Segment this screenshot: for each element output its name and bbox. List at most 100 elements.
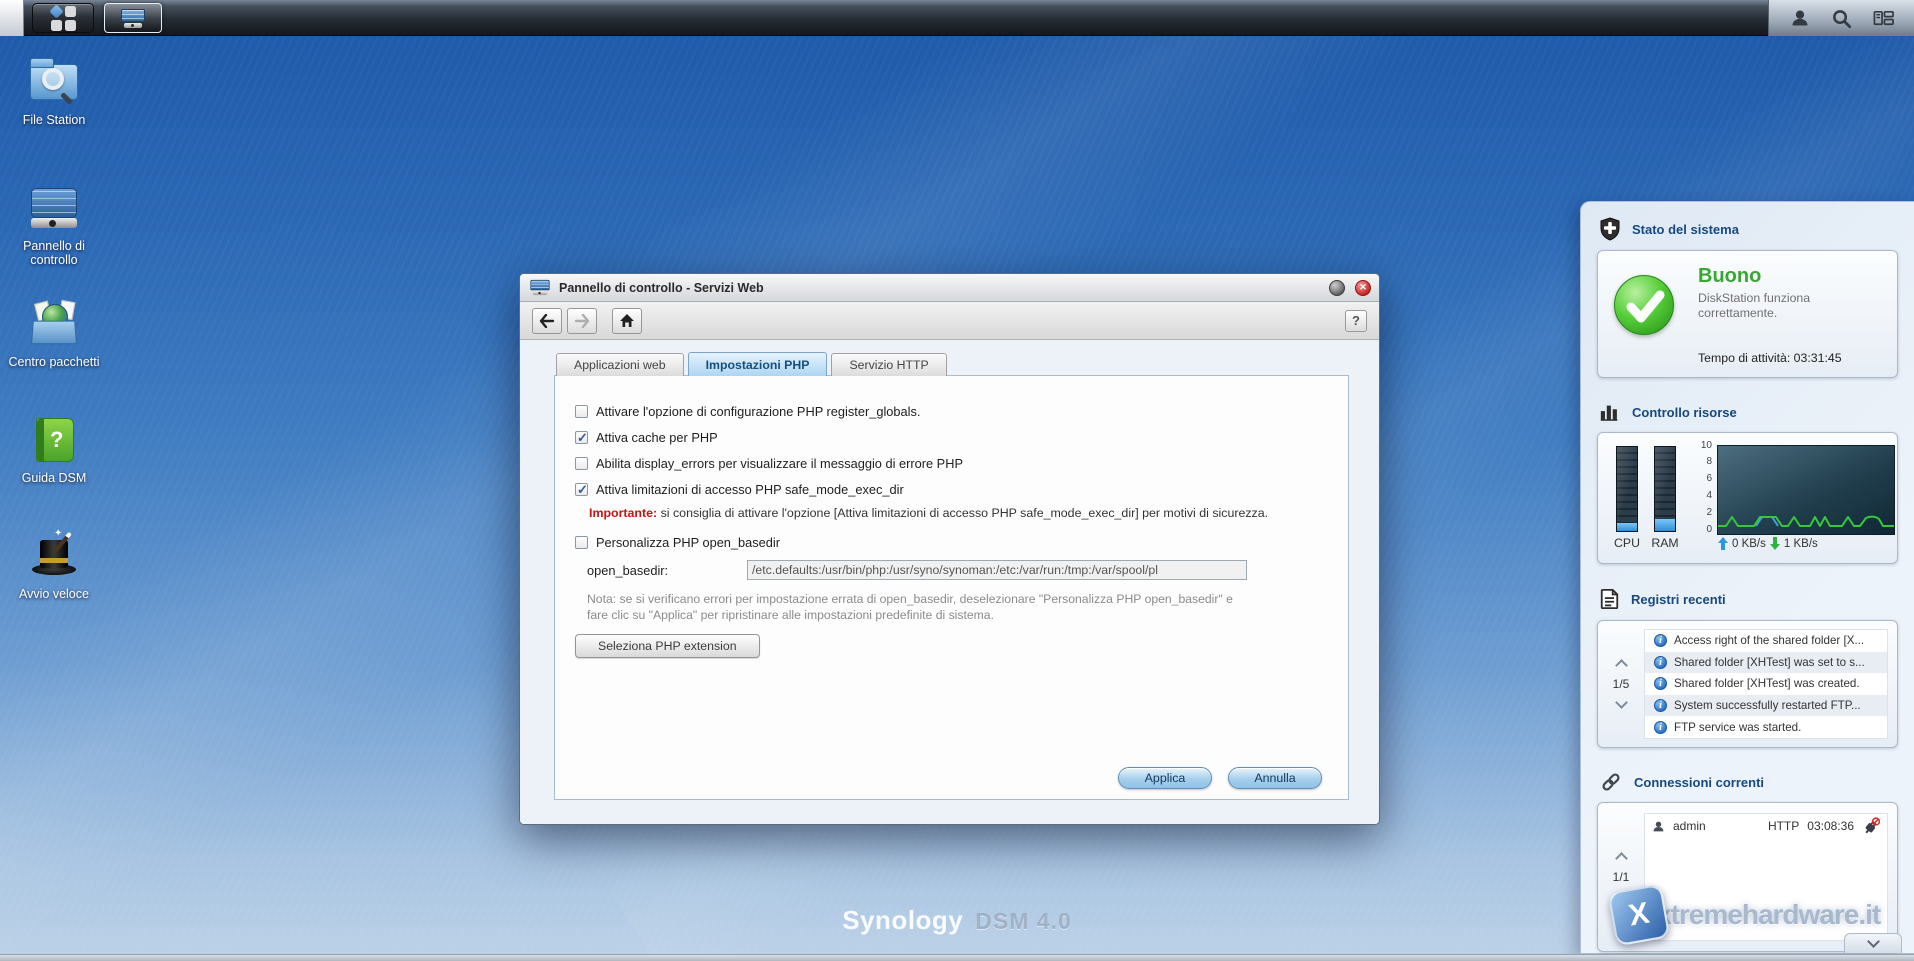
- page-up-icon[interactable]: [1615, 659, 1628, 672]
- page-bottom-strip: [0, 954, 1914, 961]
- xtremehardware-text: xtremehardware.it: [1656, 899, 1880, 931]
- action-buttons: Applica Annulla: [1118, 767, 1322, 789]
- page-down-icon[interactable]: [1615, 696, 1628, 709]
- open-basedir-row: open_basedir:: [575, 558, 1324, 582]
- taskbar-item-control-panel[interactable]: [104, 3, 162, 33]
- forward-button[interactable]: [567, 308, 597, 334]
- brand-text: Synology: [842, 905, 963, 936]
- back-button[interactable]: [532, 308, 562, 334]
- main-menu-button[interactable]: [32, 3, 94, 33]
- magic-hat-icon: ✦: [26, 530, 82, 582]
- tab-impostazioni-php[interactable]: Impostazioni PHP: [688, 352, 828, 376]
- pilot-view-icon[interactable]: [1872, 7, 1894, 29]
- download-arrow-icon: [1770, 537, 1780, 550]
- disconnect-icon[interactable]: [1862, 817, 1880, 835]
- taskbar-corner-tab: [0, 0, 24, 36]
- checkbox-label: Attivare l'opzione di configurazione PHP…: [596, 404, 920, 419]
- info-icon: [1654, 634, 1667, 647]
- upload-arrow-icon: [1718, 537, 1728, 550]
- app-grid-icon: [51, 6, 76, 31]
- info-icon: [1654, 699, 1667, 712]
- page-up-icon[interactable]: [1615, 852, 1628, 865]
- resource-monitor-card: CPU RAM 10 8 6 4 2 0 0 KB/s: [1597, 432, 1898, 564]
- home-button[interactable]: [612, 308, 642, 334]
- search-icon[interactable]: [1831, 7, 1853, 29]
- recent-logs-header: Registri recenti: [1581, 572, 1914, 617]
- checkbox-row: Attivare l'opzione di configurazione PHP…: [575, 398, 1324, 424]
- connection-protocol: HTTP: [1768, 819, 1799, 833]
- user-icon[interactable]: [1789, 7, 1811, 29]
- upload-rate: 0 KB/s: [1732, 538, 1766, 550]
- open-basedir-checkbox[interactable]: [575, 536, 588, 549]
- window-title: Pannello di controllo - Servizi Web: [559, 281, 1322, 295]
- page-indicator: 1/1: [1613, 870, 1630, 884]
- checkbox-row: Personalizza PHP open_basedir: [575, 529, 1324, 555]
- page-indicator: 1/5: [1613, 677, 1630, 691]
- connection-time: 03:08:36: [1807, 819, 1854, 833]
- bar-chart-icon: [1599, 401, 1621, 423]
- desktop-icon-control-panel[interactable]: Pannello di controllo: [2, 182, 106, 267]
- desktop-icon-label: File Station: [2, 113, 106, 127]
- taskbar: [0, 0, 1914, 36]
- open-basedir-input: [747, 560, 1247, 580]
- network-graph: [1718, 446, 1894, 534]
- synology-watermark: Synology DSM 4.0: [842, 905, 1072, 936]
- download-rate: 1 KB/s: [1784, 538, 1818, 550]
- window-titlebar[interactable]: Pannello di controllo - Servizi Web: [520, 274, 1379, 302]
- select-php-extension-button[interactable]: Seleziona PHP extension: [575, 634, 760, 658]
- apply-button[interactable]: Applica: [1118, 767, 1212, 789]
- php-settings-panel: Attivare l'opzione di configurazione PHP…: [554, 375, 1349, 800]
- user-icon: [1652, 820, 1665, 833]
- checkbox-row: Abilita display_errors per visualizzare …: [575, 450, 1324, 476]
- desktop-icon-dsm-help[interactable]: ? Guida DSM: [2, 414, 106, 485]
- current-connections-header: Connessioni correnti: [1581, 756, 1914, 799]
- tab-applicazioni-web[interactable]: Applicazioni web: [556, 353, 684, 376]
- minimize-button[interactable]: [1329, 280, 1345, 296]
- desktop-icon-label: Pannello di controllo: [2, 239, 106, 267]
- help-button[interactable]: ?: [1345, 310, 1367, 332]
- desktop-icon-quick-start[interactable]: ✦ Avvio veloce: [2, 530, 106, 601]
- checkbox-label: Attiva cache per PHP: [596, 430, 718, 445]
- tab-servizio-http[interactable]: Servizio HTTP: [831, 353, 946, 376]
- important-note: Importante: si consiglia di attivare l'o…: [589, 505, 1309, 522]
- product-text: DSM 4.0: [975, 908, 1071, 935]
- cancel-button[interactable]: Annulla: [1228, 767, 1322, 789]
- close-button[interactable]: [1355, 280, 1371, 296]
- log-list: Access right of the shared folder [X... …: [1644, 629, 1888, 739]
- system-status-card: Buono DiskStation funziona correttamente…: [1597, 250, 1898, 378]
- cpu-label: CPU: [1609, 536, 1645, 550]
- desktop-icon-label: Avvio veloce: [2, 587, 106, 601]
- connection-user: admin: [1673, 819, 1706, 833]
- link-icon: [1599, 771, 1623, 793]
- php-cache-checkbox[interactable]: [575, 431, 588, 444]
- display-errors-checkbox[interactable]: [575, 457, 588, 470]
- desktop-icon-file-station[interactable]: File Station: [2, 56, 106, 127]
- register-globals-checkbox[interactable]: [575, 405, 588, 418]
- control-panel-window: Pannello di controllo - Servizi Web ? Ap…: [519, 273, 1380, 825]
- desktop-icon-package-center[interactable]: Centro pacchetti: [2, 298, 106, 369]
- checkbox-row: Attiva cache per PHP: [575, 424, 1324, 450]
- info-icon: [1654, 656, 1667, 669]
- info-icon: [1654, 677, 1667, 690]
- checkbox-row: Attiva limitazioni di accesso PHP safe_m…: [575, 476, 1324, 502]
- resource-monitor-header: Controllo risorse: [1581, 386, 1914, 429]
- ram-gauge: [1654, 446, 1676, 532]
- log-item: System successfully restarted FTP...: [1645, 695, 1887, 717]
- desktop-icon-label: Guida DSM: [2, 471, 106, 485]
- system-status-header: Stato del sistema: [1581, 202, 1914, 247]
- widget-title: Registri recenti: [1631, 592, 1726, 607]
- checkbox-label: Personalizza PHP open_basedir: [596, 535, 780, 550]
- network-axis: 10 8 6 4 2 0: [1694, 440, 1714, 534]
- log-item: Shared folder [XHTest] was set to s...: [1645, 652, 1887, 674]
- connection-row: admin HTTP 03:08:36: [1645, 814, 1887, 838]
- shield-icon: [1599, 217, 1621, 241]
- info-icon: [1654, 721, 1667, 734]
- package-center-icon: [26, 298, 82, 350]
- checkbox-label: Attiva limitazioni di accesso PHP safe_m…: [596, 482, 904, 497]
- status-value: Buono: [1698, 265, 1883, 288]
- tab-bar: Applicazioni web Impostazioni PHP Serviz…: [556, 352, 947, 376]
- logs-pager: 1/5: [1598, 621, 1644, 747]
- log-item: FTP service was started.: [1645, 716, 1887, 738]
- safe-mode-checkbox[interactable]: [575, 483, 588, 496]
- network-legend: 0 KB/s 1 KB/s: [1718, 537, 1818, 550]
